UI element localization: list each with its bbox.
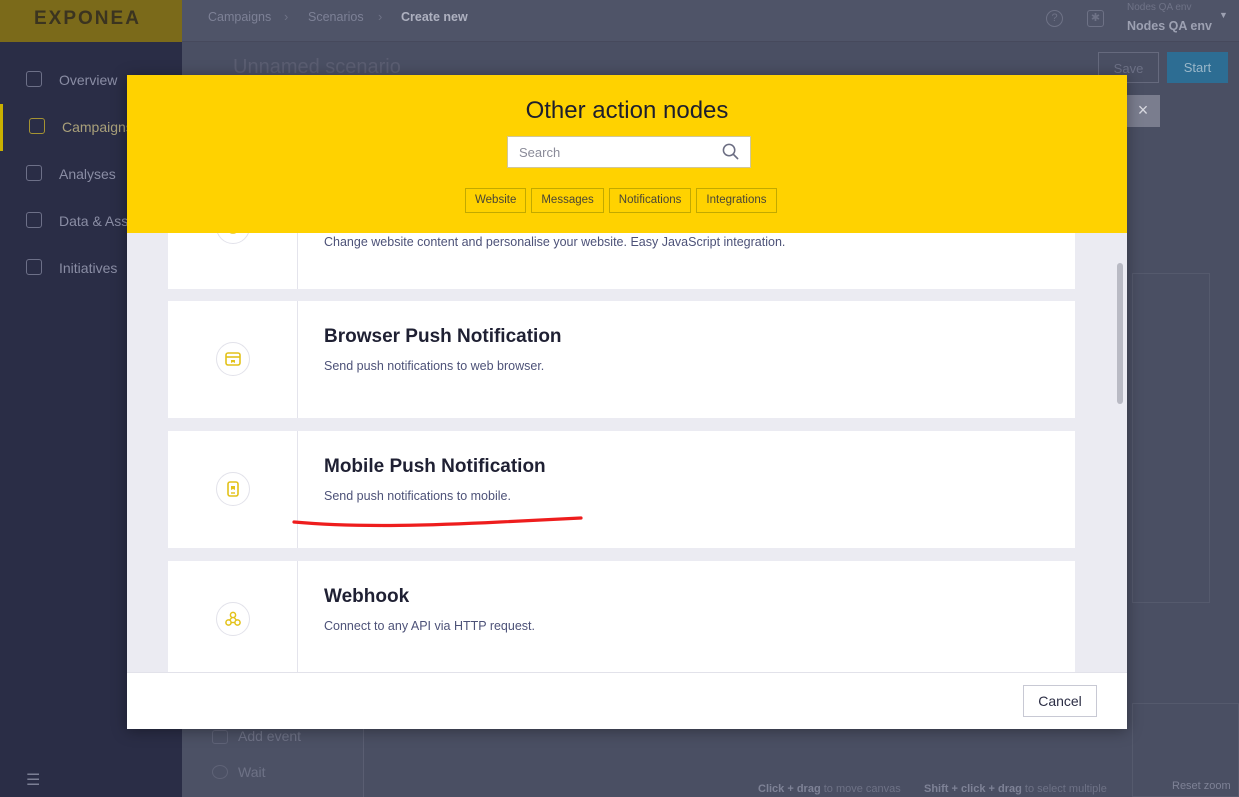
card-icon-cell [168,233,298,289]
node-list: Change website content and personalise y… [127,233,1127,672]
card-icon-cell [168,561,298,672]
node-card-mobile-push[interactable]: Mobile Push Notification Send push notif… [168,431,1075,548]
hint-text: to select multiple [1024,783,1107,795]
select-hint: Shift + click + drag to select multiple [924,783,1107,795]
nav-item-label: Overview [59,72,118,88]
gauge-icon [26,71,42,87]
hint-text: to move canvas [823,783,901,795]
megaphone-icon [29,118,45,134]
reset-zoom-button[interactable]: Reset zoom [1172,780,1231,792]
clock-icon [212,765,228,779]
node-card-browser-push[interactable]: Browser Push Notification Send push noti… [168,301,1075,418]
app-topbar: Campaigns › Scenarios › Create new ? ✱ N… [182,0,1239,42]
category-filters: Website Messages Notifications Integrati… [465,188,777,213]
mobile-push-icon [216,472,250,506]
nav-item-label: Campaigns [62,119,133,135]
close-panel-icon[interactable]: × [1126,95,1160,127]
modal-header: Other action nodes Website Messages Noti… [127,75,1127,233]
env-label: Nodes QA env [1127,2,1192,13]
card-description: Send push notifications to mobile. [324,489,511,503]
website-icon [216,233,250,244]
caret-down-icon[interactable]: ▼ [1219,10,1228,20]
chart-icon [26,165,42,181]
breadcrumb-create-new: Create new [401,10,468,24]
filter-messages[interactable]: Messages [531,188,604,213]
card-title: Mobile Push Notification [324,456,546,477]
chevron-right-icon: › [284,9,289,24]
browser-push-icon [216,342,250,376]
breadcrumb-campaigns[interactable]: Campaigns [208,10,271,24]
other-action-nodes-modal: Other action nodes Website Messages Noti… [127,75,1127,729]
hint-key: Shift + click + drag [924,783,1022,795]
collapse-menu-icon[interactable]: ☰ [26,770,40,790]
side-panel [1132,273,1210,603]
gear-icon[interactable]: ✱ [1087,10,1104,27]
nav-item-label: Initiatives [59,260,118,276]
folder-icon [26,259,42,275]
filter-integrations[interactable]: Integrations [696,188,777,213]
filter-notifications[interactable]: Notifications [608,188,692,213]
add-event-icon [212,730,228,744]
help-icon[interactable]: ? [1046,10,1063,27]
card-title: Browser Push Notification [324,326,562,347]
card-icon-cell [168,431,298,548]
card-icon-cell [168,301,298,418]
exponea-logo: EXPONEA [0,0,182,42]
add-event-item[interactable]: Add event [238,728,301,744]
search-box [507,136,751,168]
env-selector[interactable]: Nodes QA env [1127,19,1212,33]
drag-hint: Click + drag to move canvas [758,783,901,795]
hint-key: Click + drag [758,783,821,795]
cancel-button[interactable]: Cancel [1023,685,1097,717]
wait-item[interactable]: Wait [238,764,265,780]
modal-title: Other action nodes [525,97,729,124]
node-card-website[interactable]: Change website content and personalise y… [168,233,1075,289]
node-card-webhook[interactable]: Webhook Connect to any API via HTTP requ… [168,561,1075,672]
card-description: Connect to any API via HTTP request. [324,619,535,633]
search-icon[interactable] [722,143,739,160]
card-description: Send push notifications to web browser. [324,359,545,373]
filter-website[interactable]: Website [465,188,527,213]
webhook-icon [216,602,250,636]
database-icon [26,212,42,228]
search-input[interactable] [508,137,718,167]
modal-footer: Cancel [127,672,1127,729]
card-title: Webhook [324,586,410,607]
nav-item-label: Analyses [59,166,116,182]
chevron-right-icon: › [378,9,383,24]
card-description: Change website content and personalise y… [324,235,786,249]
start-button[interactable]: Start [1167,52,1228,83]
breadcrumb-scenarios[interactable]: Scenarios [308,10,364,24]
